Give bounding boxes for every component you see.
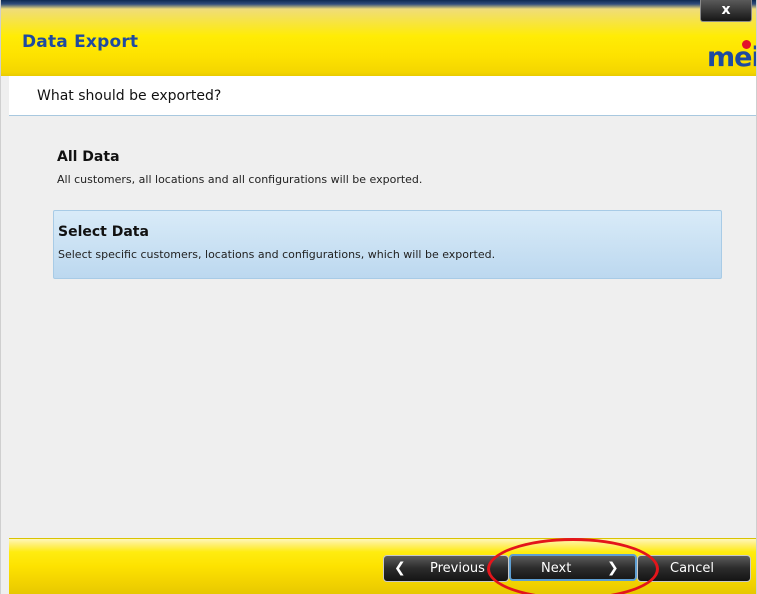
annotation-circle <box>487 538 659 594</box>
options-panel: All Data All customers, all locations an… <box>9 116 756 538</box>
close-button[interactable]: x <box>700 0 752 22</box>
option-all-data[interactable]: All Data All customers, all locations an… <box>53 136 722 205</box>
cancel-label: Cancel <box>670 561 715 576</box>
export-dialog: Data Export x mei What should be exporte… <box>0 0 757 594</box>
option-title: All Data <box>57 149 120 165</box>
step-header: What should be exported? <box>9 76 756 116</box>
option-description: All customers, all locations and all con… <box>57 173 423 186</box>
chevron-left-icon: ❮ <box>394 560 406 576</box>
option-description: Select specific customers, locations and… <box>58 248 496 261</box>
previous-label: Previous <box>430 561 485 576</box>
option-title: Select Data <box>58 224 149 240</box>
dialog-title: Data Export <box>22 32 139 52</box>
footer-divider <box>9 538 756 539</box>
step-question: What should be exported? <box>37 88 222 104</box>
title-bar: Data Export x mei <box>1 0 756 76</box>
option-select-data[interactable]: Select Data Select specific customers, l… <box>53 210 722 279</box>
brand-logo: mei <box>707 38 756 73</box>
logo-dot-icon <box>742 40 751 49</box>
